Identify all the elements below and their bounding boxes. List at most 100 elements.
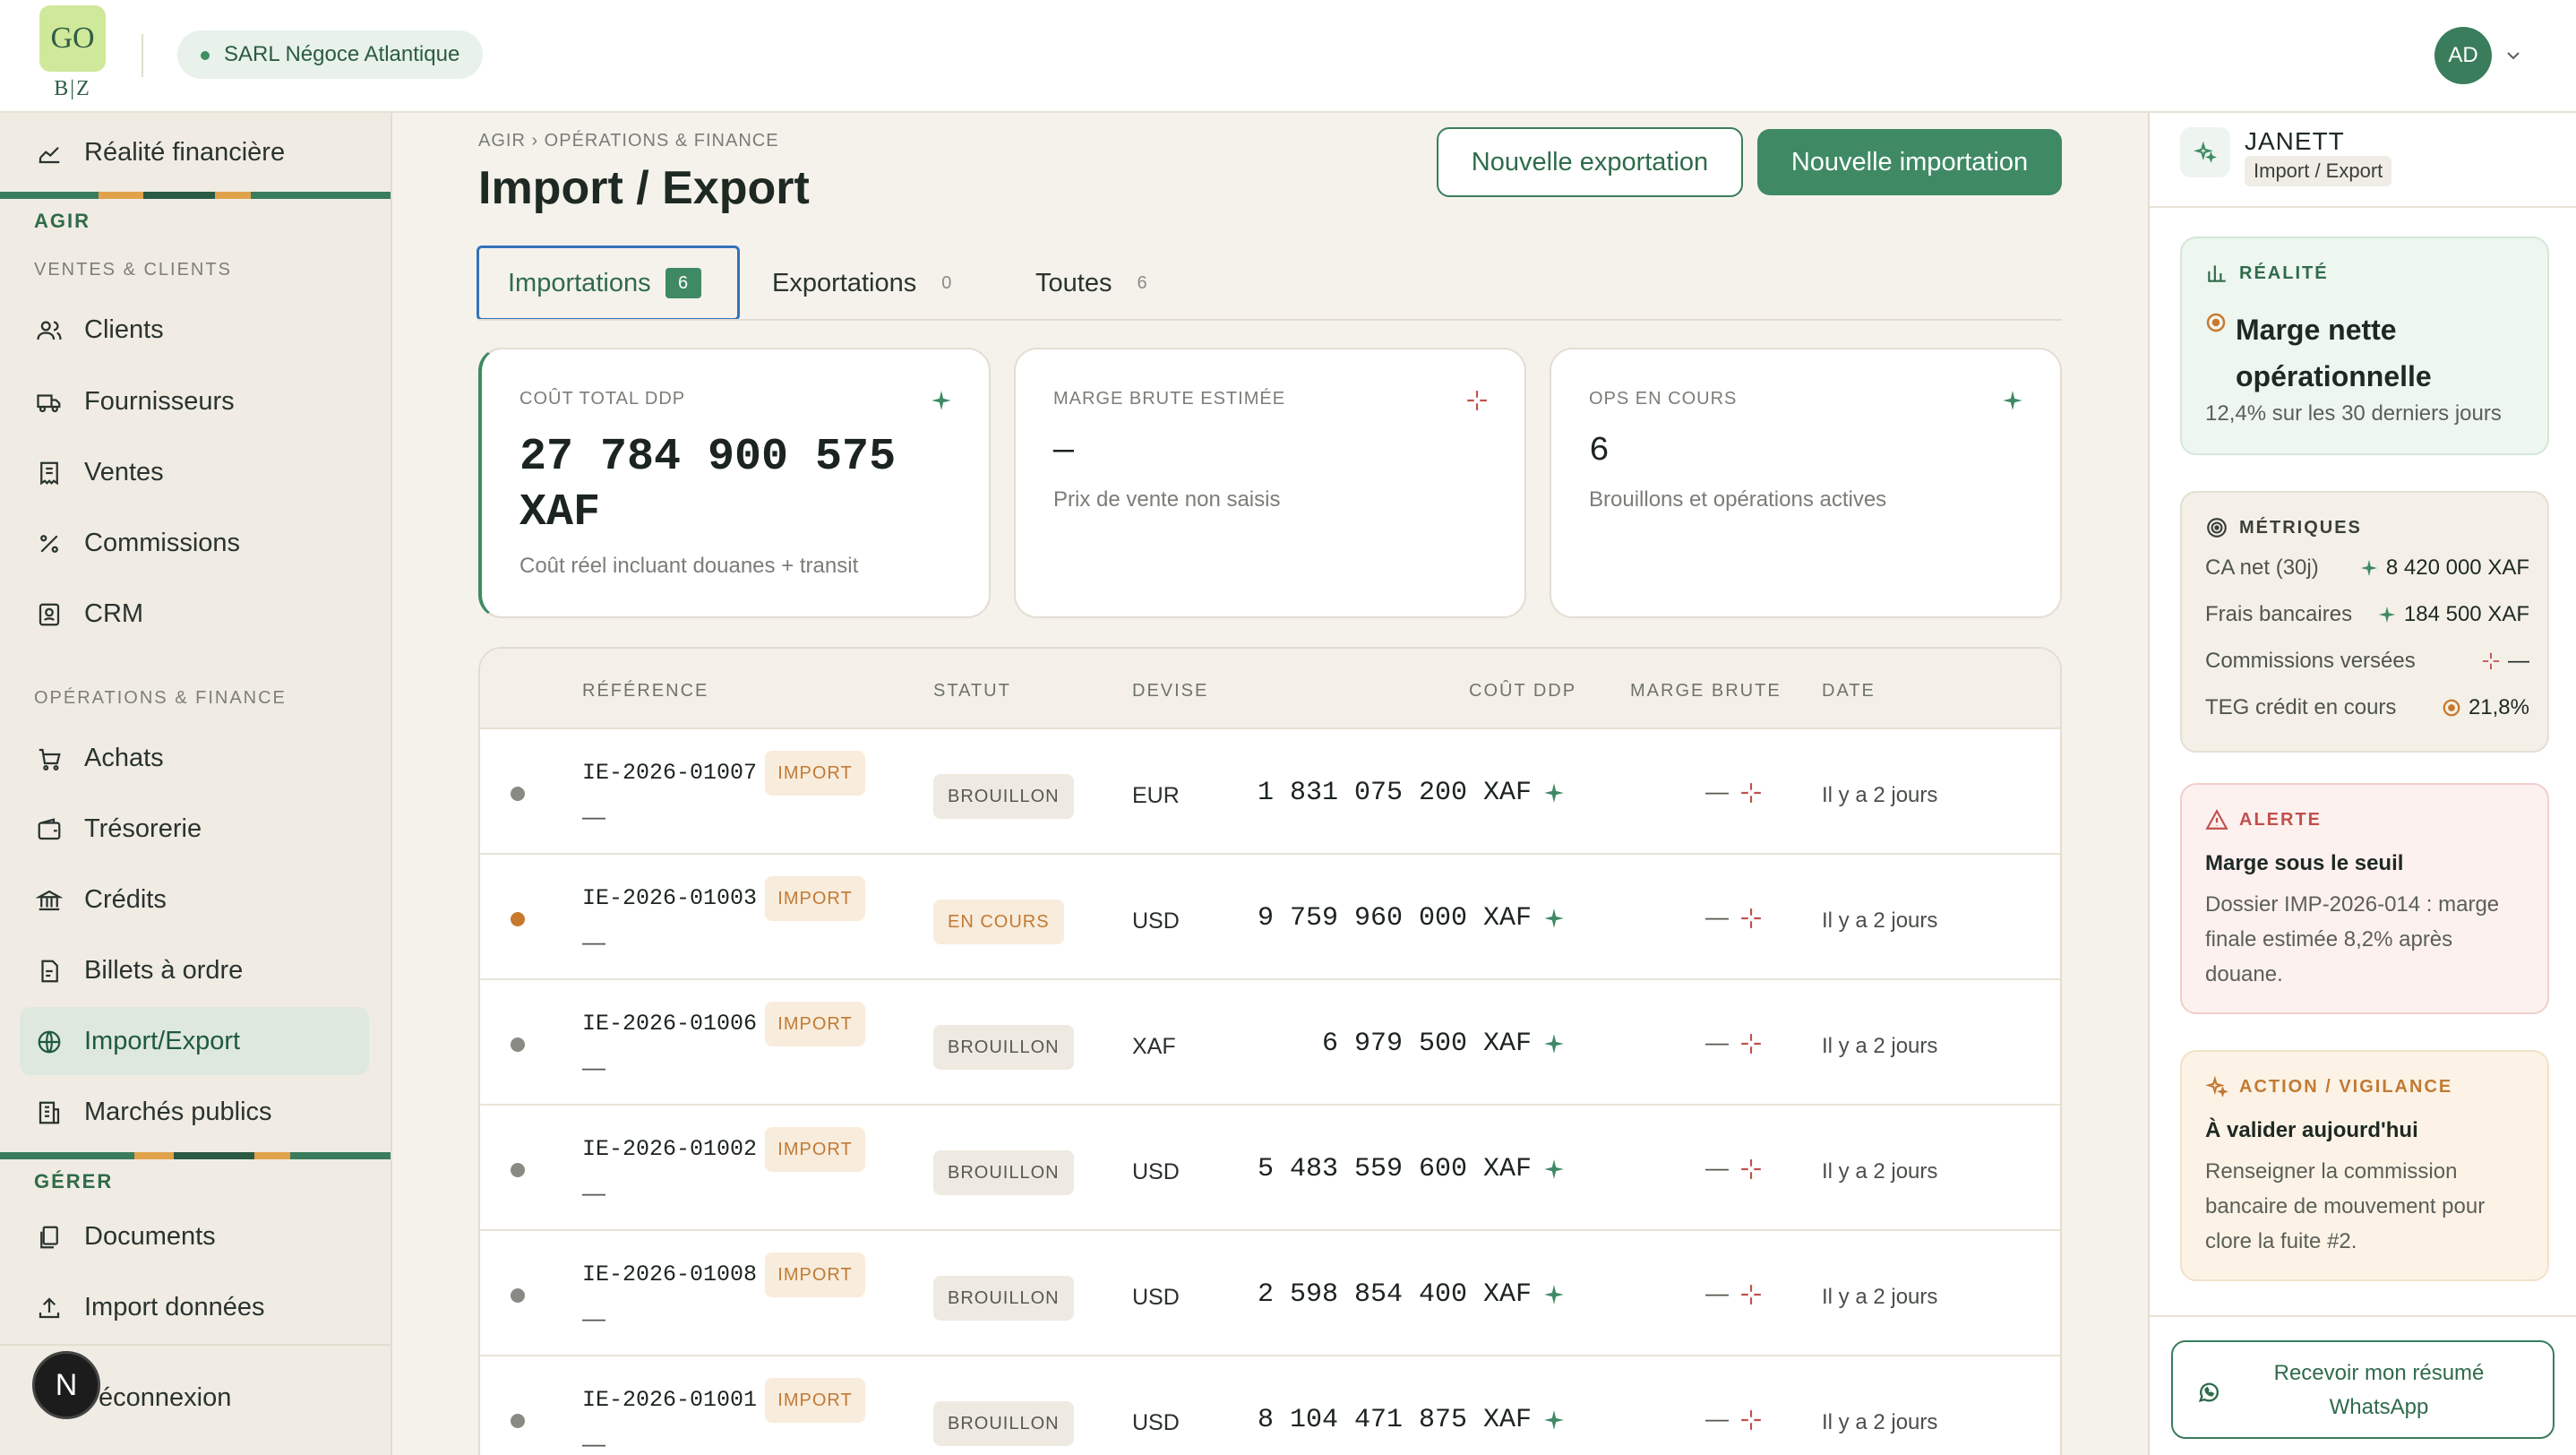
sidebar-item-label: éconnexion bbox=[99, 1382, 232, 1412]
card-title: À valider aujourd'hui bbox=[2205, 1118, 2418, 1142]
metric-row: CA net (30j) 8 420 000 XAF bbox=[2205, 555, 2529, 591]
table-row[interactable]: IE-2026-01002 — IMPORT BROUILLON USD 5 483 55… bbox=[480, 1106, 2060, 1231]
sidebar-item-billets[interactable]: Billets à ordre bbox=[20, 936, 369, 1004]
cost-cell: 6 979 500 XAF bbox=[1321, 1029, 1532, 1059]
cost-cell: 1 831 075 200 XAF bbox=[1257, 778, 1532, 808]
document-sign-icon bbox=[41, 960, 58, 983]
company-selector[interactable]: SARL Négoce Atlantique bbox=[177, 30, 484, 79]
sidebar-item-fournisseurs[interactable]: Fournisseurs bbox=[20, 367, 369, 435]
column-header-date[interactable]: DATE bbox=[1822, 681, 1876, 702]
action-card[interactable]: ACTION / VIGILANCE À valider aujourd'hui… bbox=[2180, 1050, 2549, 1281]
sidebar-item-marches-publics[interactable]: Marchés publics bbox=[20, 1078, 369, 1146]
table-row[interactable]: IE-2026-01008 — IMPORT BROUILLON USD 2 598 85… bbox=[480, 1231, 2060, 1356]
metric-value-text: 21,8% bbox=[2468, 695, 2529, 719]
sidebar-item-achats[interactable]: Achats bbox=[20, 724, 369, 792]
sidebar-item-label: Import données bbox=[84, 1292, 265, 1322]
sidebar-item-realite-financiere[interactable]: Réalité financière bbox=[20, 118, 369, 186]
column-header-reference[interactable]: RÉFÉRENCE bbox=[582, 681, 708, 702]
metric-row: TEG crédit en cours 21,8% bbox=[2205, 695, 2529, 731]
tab-toutes[interactable]: Toutes 6 bbox=[1035, 245, 1147, 321]
table-header: RÉFÉRENCE STATUT DEVISE COÛT DDP MARGE B… bbox=[480, 649, 2060, 729]
logo-mark: GO bbox=[39, 5, 106, 72]
type-tag: IMPORT bbox=[765, 1378, 865, 1423]
card-title-line: opérationnelle bbox=[2236, 360, 2432, 392]
status-dot bbox=[511, 787, 525, 801]
sidebar-item-label: Billets à ordre bbox=[84, 955, 244, 985]
card-text: 12,4% sur les 30 derniers jours bbox=[2205, 401, 2502, 426]
whatsapp-summary-button[interactable]: Recevoir mon résumé WhatsApp bbox=[2171, 1340, 2555, 1439]
status-dot bbox=[511, 912, 525, 926]
table-row[interactable]: IE-2026-01003 — IMPORT EN COURS USD 9 759 960… bbox=[480, 855, 2060, 980]
bar-chart-icon bbox=[2208, 265, 2226, 282]
sidebar: Réalité financière AGIR VENTES & CLIENTS… bbox=[0, 113, 392, 1455]
button-label: Recevoir mon résumé WhatsApp bbox=[2273, 1361, 2485, 1419]
column-header-cout-ddp[interactable]: COÛT DDP bbox=[1469, 681, 1576, 702]
app-logo[interactable]: GO B|Z bbox=[39, 5, 106, 102]
currency-cell: EUR bbox=[1132, 783, 1180, 808]
metric-label: Commissions versées bbox=[2205, 649, 2416, 673]
status-badge: BROUILLON bbox=[933, 774, 1074, 819]
sidebar-item-import-donnees[interactable]: Import données bbox=[20, 1273, 369, 1341]
card-heading: MÉTRIQUES bbox=[2205, 516, 2362, 539]
sidebar-item-import-export[interactable]: Import/Export bbox=[20, 1007, 369, 1075]
documents-icon bbox=[40, 1226, 58, 1249]
sparkle-alert-icon bbox=[1741, 783, 1761, 803]
sidebar-item-label: Clients bbox=[84, 314, 164, 344]
sidebar-item-commissions[interactable]: Commissions bbox=[20, 509, 369, 577]
new-import-button[interactable]: Nouvelle importation bbox=[1757, 129, 2062, 195]
kpi-label: OPS EN COURS bbox=[1589, 389, 1738, 409]
breadcrumb: AGIR › OPÉRATIONS & FINANCE bbox=[478, 131, 779, 151]
logo-wordmark: B|Z bbox=[54, 77, 91, 100]
company-name: SARL Négoce Atlantique bbox=[224, 42, 460, 66]
sidebar-item-credits[interactable]: Crédits bbox=[20, 865, 369, 934]
status-dot bbox=[511, 1414, 525, 1428]
section-subheading-ops: OPÉRATIONS & FINANCE bbox=[34, 688, 287, 708]
table-row[interactable]: IE-2026-01007 — IMPORT BROUILLON EUR 1 831 07… bbox=[480, 729, 2060, 855]
sparkle-icon bbox=[1544, 783, 1564, 803]
card-heading-label: ACTION / VIGILANCE bbox=[2239, 1076, 2453, 1097]
avatar[interactable]: AD bbox=[2434, 27, 2492, 84]
chevron-down-icon[interactable] bbox=[2503, 45, 2524, 66]
realite-card[interactable]: RÉALITÉ Marge nette opérationnelle 12,4%… bbox=[2180, 237, 2549, 455]
card-heading-label: ALERTE bbox=[2239, 809, 2322, 830]
sidebar-item-label: Import/Export bbox=[84, 1026, 241, 1055]
sidebar-item-crm[interactable]: CRM bbox=[20, 580, 369, 648]
table-row[interactable]: IE-2026-01001 — IMPORT BROUILLON USD 8 104 47… bbox=[480, 1356, 2060, 1455]
date-cell: Il y a 2 jours bbox=[1822, 1410, 1938, 1434]
sparkle-icon bbox=[932, 391, 951, 410]
sidebar-item-ventes[interactable]: Ventes bbox=[20, 438, 369, 506]
tab-exportations[interactable]: Exportations 0 bbox=[772, 245, 951, 321]
truck-icon bbox=[37, 394, 61, 413]
kpi-value: 6 bbox=[1589, 432, 1610, 470]
sparkles-icon bbox=[2205, 1075, 2228, 1098]
margin-cell: — bbox=[1705, 903, 1729, 930]
tab-importations[interactable]: Importations 6 bbox=[477, 245, 740, 321]
currency-cell: USD bbox=[1132, 908, 1180, 934]
sidebar-item-documents[interactable]: Documents bbox=[20, 1202, 369, 1270]
metriques-card[interactable]: MÉTRIQUES CA net (30j) 8 420 000 XAF Fra… bbox=[2180, 491, 2549, 753]
column-header-marge-brute[interactable]: MARGE BRUTE bbox=[1630, 681, 1782, 702]
app-root: { "brand": {"logo_top": "GO", "logo_bott… bbox=[0, 0, 2576, 1455]
currency-cell: XAF bbox=[1132, 1034, 1176, 1059]
wallet-icon bbox=[38, 818, 61, 840]
status-badge: BROUILLON bbox=[933, 1025, 1074, 1070]
sparkle-icon bbox=[1544, 1285, 1564, 1304]
alerte-card[interactable]: ALERTE Marge sous le seuil Dossier IMP-2… bbox=[2180, 783, 2549, 1014]
type-tag: IMPORT bbox=[765, 1127, 865, 1172]
column-header-statut[interactable]: STATUT bbox=[933, 681, 1011, 702]
card-text: Renseigner la commission bancaire de mou… bbox=[2205, 1159, 2486, 1253]
column-header-devise[interactable]: DEVISE bbox=[1132, 681, 1208, 702]
cost-cell: 8 104 471 875 XAF bbox=[1257, 1405, 1532, 1435]
metric-label: CA net (30j) bbox=[2205, 555, 2319, 580]
sidebar-item-tresorerie[interactable]: Trésorerie bbox=[20, 795, 369, 863]
kpi-label: MARGE BRUTE ESTIMÉE bbox=[1053, 389, 1286, 409]
metric-label: TEG crédit en cours bbox=[2205, 695, 2397, 719]
sidebar-item-clients[interactable]: Clients bbox=[20, 296, 369, 364]
new-export-button[interactable]: Nouvelle exportation bbox=[1437, 127, 1743, 197]
kpi-subtext: Prix de vente non saisis bbox=[1053, 487, 1281, 512]
sparkle-alert-icon bbox=[1741, 1159, 1761, 1179]
reference-subtext: — bbox=[582, 1304, 605, 1331]
assistant-panel: JANETT Import / Export RÉALITÉ Marge net… bbox=[2148, 113, 2576, 1455]
dev-badge[interactable]: N bbox=[32, 1351, 100, 1419]
table-row[interactable]: IE-2026-01006 — IMPORT BROUILLON XAF 6 979 50… bbox=[480, 980, 2060, 1106]
